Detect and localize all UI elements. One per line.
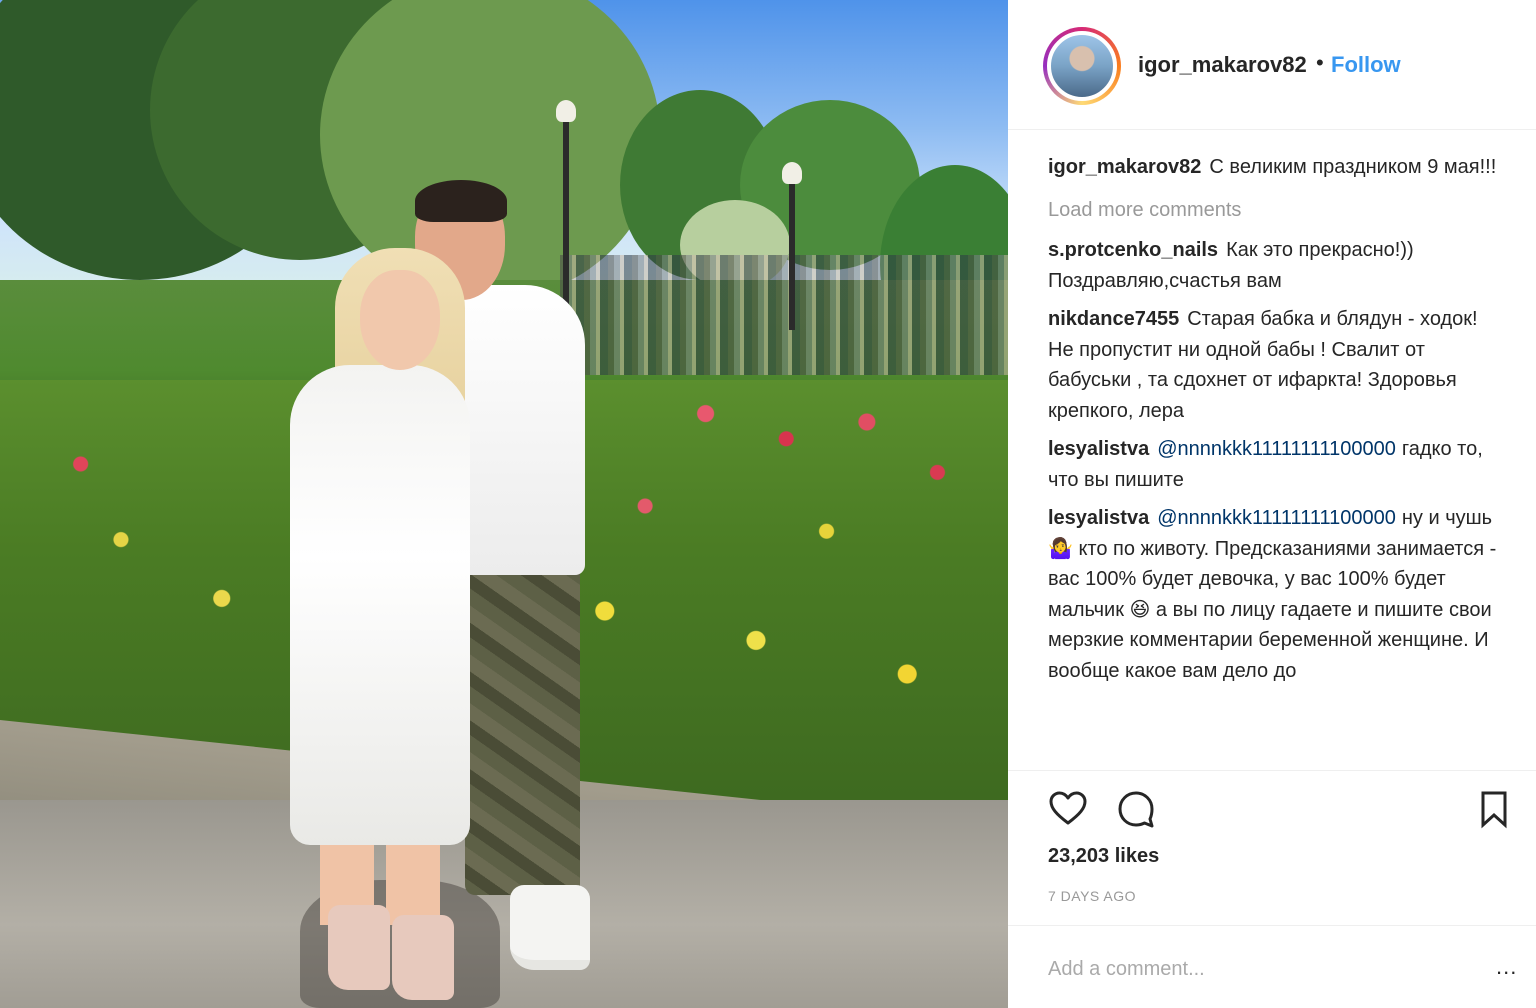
header-separator: •: [1316, 50, 1324, 75]
comment-item: nikdance7455 Старая бабка и блядун - ходо…: [1048, 304, 1508, 426]
comment-mention[interactable]: @nnnnkkk11111111100000: [1157, 438, 1396, 460]
comment-item: lesyalistva @nnnnkkk11111111100000 ну и чу…: [1048, 503, 1508, 686]
more-options-button[interactable]: ...: [1496, 954, 1517, 980]
woman-dress: [290, 365, 470, 845]
woman-face: [360, 270, 440, 370]
avatar-story-ring[interactable]: [1043, 27, 1121, 105]
add-comment-input[interactable]: [1048, 954, 1468, 984]
post-timestamp[interactable]: 7 DAYS AGO: [1048, 888, 1136, 904]
photo-lamp: [782, 162, 802, 330]
man-sneaker: [510, 885, 590, 970]
comment-text: ну и чушь🤷‍♀️ кто по животу. Предсказани…: [1048, 507, 1497, 682]
add-comment-section: ...: [1008, 925, 1536, 1008]
woman-boot: [328, 905, 390, 990]
comments-list[interactable]: igor_makarov82 С великим праздником 9 мая…: [1048, 152, 1508, 770]
comment-username[interactable]: lesyalistva: [1048, 438, 1149, 460]
follow-button[interactable]: Follow: [1331, 52, 1401, 78]
likes-count[interactable]: 23,203 likes: [1048, 845, 1159, 868]
woman-boot: [392, 915, 454, 1000]
comment-username[interactable]: nikdance7455: [1048, 308, 1179, 330]
post-header: igor_makarov82 • Follow: [1008, 0, 1536, 130]
caption-username[interactable]: igor_makarov82: [1048, 156, 1201, 178]
post-photo[interactable]: BE HE T: [0, 0, 1008, 1008]
comment-item: s.protcenko_nails Как это прекрасно!)) По…: [1048, 235, 1508, 296]
man-hair: [415, 180, 507, 222]
comment-username[interactable]: lesyalistva: [1048, 507, 1149, 529]
man-pants: [465, 550, 580, 895]
comment-icon[interactable]: [1116, 789, 1156, 829]
load-more-comments-button[interactable]: Load more comments: [1048, 195, 1508, 226]
photo-crowd: [560, 255, 1008, 375]
heart-icon[interactable]: [1048, 789, 1088, 829]
comment-item: lesyalistva @nnnnkkk11111111100000 гадко т…: [1048, 434, 1508, 495]
caption: igor_makarov82 С великим праздником 9 мая…: [1048, 152, 1508, 183]
comment-username[interactable]: s.protcenko_nails: [1048, 239, 1218, 261]
action-bar: [1008, 770, 1536, 840]
caption-text: С великим праздником 9 мая!!!: [1209, 156, 1497, 178]
post-sidebar: igor_makarov82 • Follow igor_makarov82 С …: [1008, 0, 1536, 1008]
comment-mention[interactable]: @nnnnkkk11111111100000: [1157, 507, 1396, 529]
bookmark-icon[interactable]: [1476, 789, 1512, 829]
header-username[interactable]: igor_makarov82: [1138, 52, 1307, 78]
avatar[interactable]: [1047, 31, 1117, 101]
